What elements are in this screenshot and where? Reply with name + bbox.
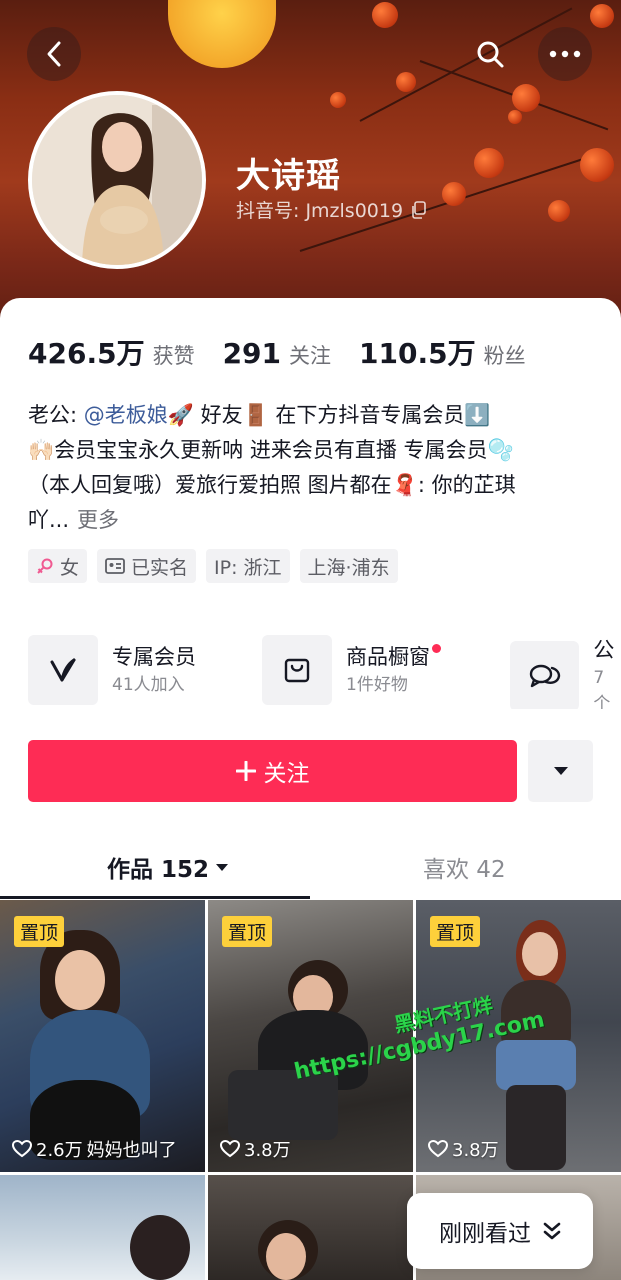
stat-label: 粉丝 xyxy=(483,344,526,368)
notification-dot xyxy=(432,644,441,653)
feature-title: 商品橱窗 xyxy=(346,642,441,672)
feature-title: 公 xyxy=(593,638,615,662)
feature-subtitle: 1件好物 xyxy=(346,675,408,695)
copy-icon[interactable] xyxy=(411,200,427,219)
avatar[interactable] xyxy=(28,91,206,269)
more-dots-icon xyxy=(549,50,581,58)
search-icon xyxy=(477,41,504,68)
profile-card: 426.5万 获赞 291 关注 110.5万 粉丝 老公: @老板娘🚀 好友🚪… xyxy=(0,298,621,1280)
follow-button[interactable]: 关注 xyxy=(28,740,517,802)
pinned-badge: 置顶 xyxy=(14,916,65,947)
tab-likes[interactable]: 喜欢 42 xyxy=(423,850,506,884)
pinned-badge: 置顶 xyxy=(430,916,481,947)
like-count-row: 2.6万 妈妈也叫了 xyxy=(12,1136,177,1162)
feature-subtitle: 41人加入 xyxy=(112,675,185,695)
like-count-row: 3.8万 xyxy=(428,1136,499,1162)
search-button[interactable] xyxy=(463,27,517,81)
shopping-bag-icon xyxy=(262,635,332,705)
feature-group-chat[interactable]: 公 7个 xyxy=(510,635,621,709)
bio-line: 老公: @老板娘🚀 好友🚪 在下方抖音专属会员⬇️ xyxy=(28,398,598,433)
bio-suffix: 🚀 好友🚪 在下方抖音专属会员⬇️ xyxy=(167,403,491,427)
stat-label: 关注 xyxy=(289,344,332,368)
stat-number: 110.5万 xyxy=(359,337,476,370)
bio-text[interactable]: 老公: @老板娘🚀 好友🚪 在下方抖音专属会员⬇️ 🙌🏻会员宝宝永久更新呐 进来… xyxy=(28,398,598,538)
stat-number: 426.5万 xyxy=(28,337,145,370)
ip-label: IP: 浙江 xyxy=(214,556,282,579)
verified-tag: 已实名 xyxy=(97,549,197,583)
mention-link[interactable]: @老板娘 xyxy=(84,403,168,427)
like-count: 3.8万 xyxy=(244,1140,291,1161)
video-tile[interactable]: 置顶 2.6万 妈妈也叫了 xyxy=(0,900,205,1172)
id-card-icon xyxy=(105,558,125,574)
tab-works[interactable]: 作品 152 xyxy=(107,850,229,884)
bio-line: 吖... 更多 xyxy=(28,503,598,538)
like-count: 2.6万 xyxy=(36,1140,83,1161)
tab-works-label: 作品 152 xyxy=(107,857,210,883)
douyin-id: 抖音号: Jmzls0019 xyxy=(236,200,404,222)
video-tile[interactable] xyxy=(208,1175,413,1280)
heart-icon xyxy=(12,1140,32,1158)
heart-icon xyxy=(428,1140,448,1158)
bio-prefix: 老公: xyxy=(28,403,84,427)
avatar-photo xyxy=(32,95,202,265)
triangle-down-icon xyxy=(553,767,568,775)
follow-label: 关注 xyxy=(263,761,310,787)
female-icon xyxy=(37,558,53,574)
feature-shop-window[interactable]: 商品橱窗 1件好物 xyxy=(262,635,441,705)
content-tabs: 作品 152 喜欢 42 xyxy=(0,838,621,900)
profile-tags: 女 已实名 IP: 浙江 上海·浦东 xyxy=(28,549,398,583)
pinned-badge: 置顶 xyxy=(222,916,273,947)
back-button[interactable] xyxy=(27,27,81,81)
stat-likes[interactable]: 426.5万 获赞 xyxy=(28,332,195,372)
bio-line: （本人回复哦）爱旅行爱拍照 图片都在🧣: 你的芷琪 xyxy=(28,473,516,497)
double-chevron-down-icon xyxy=(543,1222,561,1240)
username: 大诗瑶 xyxy=(236,156,341,196)
feature-title-text: 商品橱窗 xyxy=(346,645,430,669)
more-options-button[interactable] xyxy=(538,27,592,81)
profile-header: 大诗瑶 抖音号: Jmzls0019 xyxy=(0,0,621,330)
video-tile[interactable] xyxy=(0,1175,205,1280)
bio-line: 🙌🏻会员宝宝永久更新呐 进来会员有直播 专属会员🫧 xyxy=(28,438,514,462)
stat-label: 获赞 xyxy=(152,344,195,368)
feature-membership[interactable]: 专属会员 41人加入 xyxy=(28,635,196,705)
recommend-dropdown-button[interactable] xyxy=(528,740,593,802)
like-count-row: 3.8万 xyxy=(220,1136,291,1162)
recently-viewed-label: 刚刚看过 xyxy=(439,1221,531,1247)
feature-entries: 专属会员 41人加入 商品橱窗 1件好物 公 7个 xyxy=(28,635,621,709)
sunset-background xyxy=(168,0,276,68)
gender-tag: 女 xyxy=(28,549,88,583)
location-tag[interactable]: 上海·浦东 xyxy=(299,549,398,583)
chat-bubbles-icon xyxy=(510,641,580,709)
stat-number: 291 xyxy=(222,337,282,370)
caret-down-icon xyxy=(216,863,229,871)
back-arrow-icon xyxy=(47,41,61,67)
ip-tag: IP: 浙江 xyxy=(206,549,290,583)
like-count: 3.8万 xyxy=(452,1140,499,1161)
bio-ending: 吖... xyxy=(28,508,70,532)
stat-followers[interactable]: 110.5万 粉丝 xyxy=(359,332,526,372)
video-caption: 妈妈也叫了 xyxy=(86,1140,177,1161)
membership-icon xyxy=(28,635,98,705)
plus-icon xyxy=(235,761,256,781)
bio-more-link[interactable]: 更多 xyxy=(77,508,119,532)
recently-viewed-button[interactable]: 刚刚看过 xyxy=(407,1193,593,1269)
location-label: 上海·浦东 xyxy=(307,556,390,579)
stats-row: 426.5万 获赞 291 关注 110.5万 粉丝 xyxy=(28,332,554,372)
feature-title: 专属会员 xyxy=(112,645,196,669)
feature-subtitle: 7个 xyxy=(593,668,611,709)
heart-icon xyxy=(220,1140,240,1158)
douyin-id-row[interactable]: 抖音号: Jmzls0019 xyxy=(236,196,427,223)
gender-label: 女 xyxy=(60,556,80,579)
stat-following[interactable]: 291 关注 xyxy=(223,337,331,370)
verified-label: 已实名 xyxy=(131,556,189,579)
tab-indicator xyxy=(0,896,310,899)
